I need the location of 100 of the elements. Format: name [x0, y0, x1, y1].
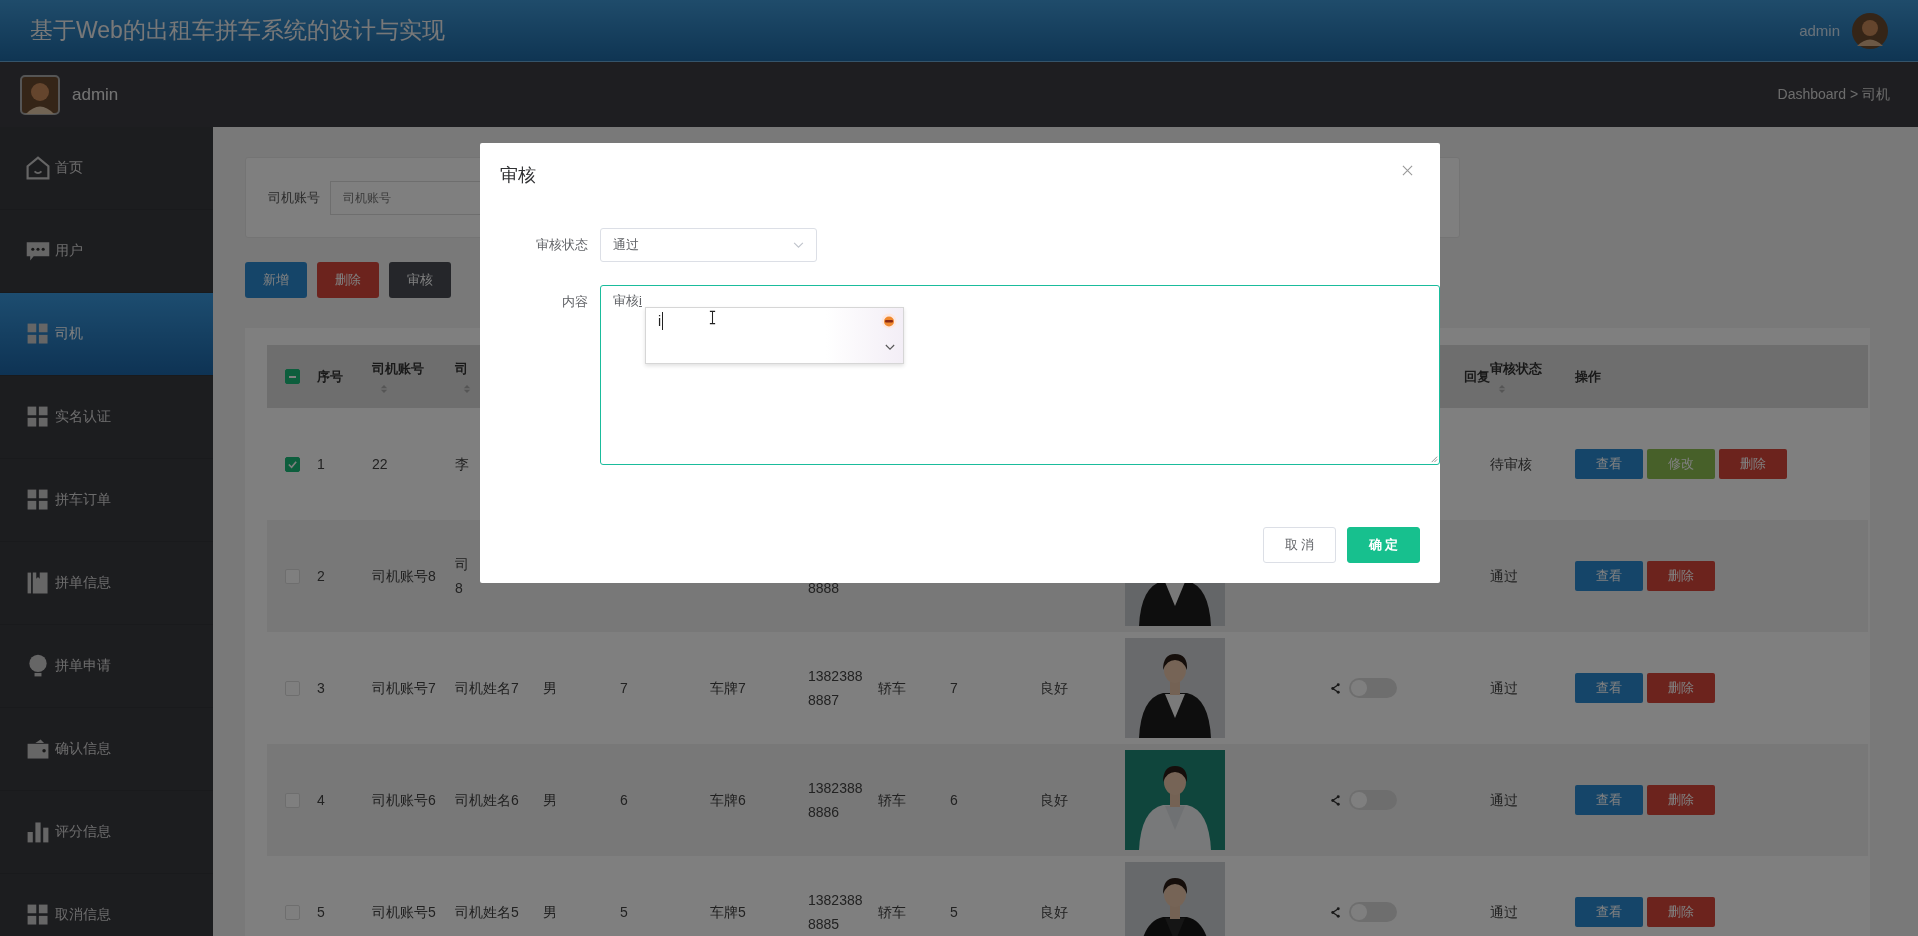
column-header: 司: [455, 359, 468, 378]
select-all-checkbox[interactable]: [284, 369, 300, 384]
table-cell-text: 司 8: [455, 555, 470, 598]
table-cell-text: 通过: [1490, 903, 1519, 922]
row-action-button[interactable]: 查看: [1575, 561, 1643, 591]
table-cell-text: 司机账号8: [372, 567, 437, 586]
sidebar-item[interactable]: 取消信息: [0, 874, 213, 936]
row-checkbox[interactable]: [284, 456, 300, 472]
table-cell-text: 司机账号6: [372, 791, 437, 810]
table-cell-text: 轿车: [878, 791, 907, 810]
table-cell-text: 5: [950, 903, 959, 922]
avatar-icon: [20, 74, 60, 115]
table-cell-text: 2: [317, 567, 326, 586]
sidebar-item[interactable]: 实名认证: [0, 376, 213, 459]
home-icon: [25, 155, 51, 181]
action-button[interactable]: 新增: [245, 262, 307, 298]
row-action-button[interactable]: 删除: [1647, 673, 1715, 703]
table-cell-text: 司机账号7: [372, 679, 437, 698]
text-cursor-icon: [709, 310, 716, 325]
row-action-button[interactable]: 删除: [1719, 449, 1787, 479]
book-icon: [25, 570, 51, 596]
row-action-button[interactable]: 查看: [1575, 449, 1643, 479]
column-header: 序号: [317, 367, 343, 386]
table-cell-text: 通过: [1490, 679, 1519, 698]
table-cell-text: 司机姓名7: [455, 679, 520, 698]
avatar-icon[interactable]: [1852, 12, 1888, 49]
sidebar-item[interactable]: 拼车订单: [0, 459, 213, 542]
field-label: 内容: [561, 293, 588, 311]
status-select[interactable]: 通过: [600, 228, 817, 262]
sidebar-item[interactable]: 评分信息: [0, 791, 213, 874]
column-header-cell[interactable]: 司机账号: [372, 359, 455, 394]
table-cell-text: 良好: [1040, 679, 1069, 698]
row-action-button[interactable]: 删除: [1647, 785, 1715, 815]
table-cell-text: 5: [620, 903, 629, 922]
row-action-button[interactable]: 修改: [1647, 449, 1715, 479]
column-header-cell[interactable]: 序号: [317, 367, 372, 386]
sidebar-item[interactable]: 司机: [0, 293, 213, 376]
sidebar-item[interactable]: 拼单信息: [0, 542, 213, 625]
close-icon[interactable]: [1402, 164, 1413, 176]
share-icon[interactable]: [1330, 682, 1341, 694]
content-textarea[interactable]: 审核i i: [600, 285, 1440, 465]
row-action-button[interactable]: 删除: [1647, 897, 1715, 927]
sort-icon[interactable]: [1498, 383, 1506, 394]
sort-icon[interactable]: [380, 383, 388, 394]
grid-icon: [25, 404, 51, 430]
action-button[interactable]: 审核: [389, 262, 451, 298]
table-cell-text: 6: [620, 791, 629, 810]
row-action-button[interactable]: 查看: [1575, 673, 1643, 703]
table-cell-text: 3: [317, 679, 326, 698]
column-header: 操作: [1575, 367, 1601, 386]
app-title: 基于Web的出租车拼车系统的设计与实现: [30, 16, 445, 45]
dialog-title: 审核: [500, 164, 536, 187]
table-cell-text: 男: [543, 679, 558, 698]
action-button[interactable]: 删除: [317, 262, 379, 298]
chevron-down-icon[interactable]: [885, 344, 895, 351]
share-icon[interactable]: [1330, 794, 1341, 806]
table-cell-text: 6: [950, 791, 959, 810]
column-header-cell[interactable]: 操作: [1575, 367, 1868, 386]
search-label: 司机账号: [268, 188, 320, 207]
table-cell-text: 车牌7: [710, 679, 747, 698]
table-cell-text: 4: [317, 791, 326, 810]
ime-input-text: i: [658, 312, 664, 330]
table-cell-text: 7: [620, 679, 629, 698]
table-cell-text: 通过: [1490, 567, 1519, 586]
row-action-button[interactable]: 删除: [1647, 561, 1715, 591]
grid-icon: [25, 487, 51, 513]
table-cell-text: 男: [543, 791, 558, 810]
dialog-button[interactable]: 确 定: [1347, 527, 1420, 563]
table-cell-text: 1: [317, 455, 326, 474]
column-header: 司机账号: [372, 359, 424, 378]
sort-icon[interactable]: [463, 383, 471, 394]
column-header-cell[interactable]: 审核状态: [1490, 359, 1575, 394]
table-cell-text: 司机账号5: [372, 903, 437, 922]
table-cell-text: 轿车: [878, 903, 907, 922]
table-cell-text: 李: [455, 455, 470, 474]
column-header: 审核状态: [1490, 359, 1542, 378]
sidebar-item[interactable]: 确认信息: [0, 708, 213, 791]
table-cell-text: 良好: [1040, 903, 1069, 922]
resize-grip-icon[interactable]: [1429, 454, 1438, 463]
sidebar-item[interactable]: 拼单申请: [0, 625, 213, 708]
table-cell-text: 13823888886: [808, 779, 864, 822]
column-header: 回复: [1464, 367, 1490, 386]
grid-icon: [25, 321, 51, 347]
sidebar-item[interactable]: 首页: [0, 127, 213, 210]
table-cell-text: 车牌5: [710, 903, 747, 922]
table-cell-text: 待审核: [1490, 455, 1533, 474]
row-action-button[interactable]: 查看: [1575, 897, 1643, 927]
breadcrumb: Dashboard > 司机: [1777, 85, 1890, 104]
ime-logo-icon[interactable]: [881, 313, 897, 329]
table-cell-text: 8888: [808, 579, 841, 598]
column-header-cell[interactable]: 司: [455, 359, 543, 394]
table-cell-text: 轿车: [878, 679, 907, 698]
dialog-button[interactable]: 取 消: [1263, 527, 1336, 563]
table-cell-text: 22: [372, 455, 389, 474]
check-icon: [286, 458, 298, 470]
share-icon[interactable]: [1330, 906, 1341, 918]
row-action-button[interactable]: 查看: [1575, 785, 1643, 815]
field-label: 审核状态: [535, 236, 588, 254]
user-name[interactable]: admin: [1799, 22, 1840, 39]
table-cell-text: 13823888885: [808, 891, 864, 934]
